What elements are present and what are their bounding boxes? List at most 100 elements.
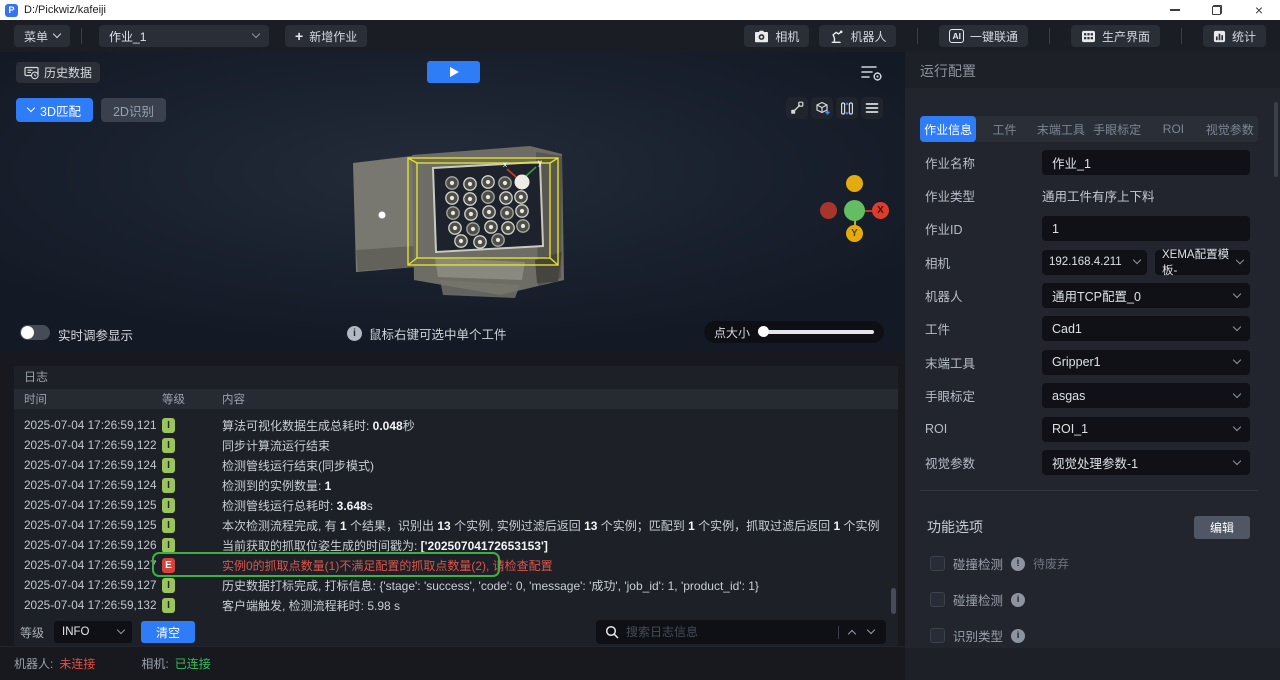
search-icon <box>605 625 619 639</box>
menu-button[interactable]: 菜单 <box>14 25 70 47</box>
add-pointcloud-button[interactable] <box>811 97 833 119</box>
config-tab-0[interactable]: 作业信息 <box>920 116 976 142</box>
chevron-down-icon <box>252 30 260 38</box>
log-time: 2025-07-04 17:26:59,124 <box>14 458 162 472</box>
main-toolbar: 菜单 作业_1 +新增作业 相机 机器人 AI 一键联通 生产界面 统计 <box>0 20 1280 52</box>
checkbox[interactable] <box>930 556 945 571</box>
measure-tool-button[interactable] <box>786 97 808 119</box>
field-input[interactable]: 作业_1 <box>1042 150 1250 175</box>
log-time: 2025-07-04 17:26:59,122 <box>14 438 162 452</box>
log-level-cell: I <box>162 458 222 473</box>
info-icon: i <box>1011 629 1025 643</box>
minimize-button[interactable] <box>1154 0 1196 20</box>
viewport-3d[interactable]: x y 历史数据 3D匹配 2D识别 <box>0 52 905 352</box>
fit-view-button[interactable] <box>836 97 858 119</box>
robot-button[interactable]: 机器人 <box>819 25 896 47</box>
info-icon: i <box>347 326 362 341</box>
options-section-header: 功能选项 编辑 <box>927 515 1250 539</box>
search-next-button[interactable] <box>865 631 877 633</box>
fit-view-icon <box>840 101 854 116</box>
gizmo-center-ball[interactable] <box>844 200 865 221</box>
menu-icon <box>865 102 879 114</box>
log-row[interactable]: 2025-07-04 17:26:59,121I算法可视化数据生成总耗时: 0.… <box>14 415 892 435</box>
close-button[interactable]: × <box>1238 0 1280 20</box>
log-row[interactable]: 2025-07-04 17:26:59,127E实例0的抓取点数量(1)不满足配… <box>14 555 892 575</box>
field-select[interactable]: 视觉处理参数-1 <box>1042 450 1250 475</box>
tab-3d-match[interactable]: 3D匹配 <box>16 98 93 122</box>
tab-3d-match-label: 3D匹配 <box>40 101 81 120</box>
field-select[interactable]: Cad1 <box>1042 316 1250 341</box>
camera-button-label: 相机 <box>775 28 799 45</box>
config-tab-4[interactable]: ROI <box>1145 116 1201 142</box>
log-row[interactable]: 2025-07-04 17:26:59,127I历史数据打标完成, 打标信息: … <box>14 575 892 595</box>
history-icon <box>24 66 39 80</box>
log-content: 客户端触发, 检测流程耗时: 5.98 s <box>222 597 892 614</box>
log-level-badge: I <box>162 538 175 553</box>
field-select[interactable]: 通用TCP配置_0 <box>1042 283 1250 308</box>
new-job-button[interactable]: +新增作业 <box>285 25 367 47</box>
production-grid-icon <box>1081 30 1096 43</box>
config-tab-2[interactable]: 末端工具 <box>1033 116 1089 142</box>
panel-scrollbar-thumb[interactable] <box>1274 102 1278 177</box>
field-select[interactable]: asgas <box>1042 383 1250 408</box>
field-select[interactable]: ROI_1 <box>1042 417 1250 442</box>
point-cloud-render[interactable]: x y <box>340 130 660 310</box>
search-prev-button[interactable] <box>846 628 858 637</box>
gizmo-x-ball[interactable]: X <box>872 202 889 219</box>
config-field-row: 手眼标定asgas <box>925 384 1250 408</box>
level-filter-select[interactable]: INFO <box>54 621 132 643</box>
config-tab-1[interactable]: 工件 <box>976 116 1032 142</box>
gizmo-top-ball[interactable] <box>846 175 863 192</box>
log-row[interactable]: 2025-07-04 17:26:59,125I本次检测流程完成, 有 1 个结… <box>14 515 892 535</box>
display-settings-button[interactable] <box>860 64 886 82</box>
log-row[interactable]: 2025-07-04 17:26:59,125I检测管线运行总耗时: 3.648… <box>14 495 892 515</box>
job-select[interactable]: 作业_1 <box>99 25 269 47</box>
config-fields: 作业名称作业_1作业类型通用工件有序上下料作业ID1相机192.168.4.21… <box>925 150 1250 484</box>
run-button[interactable] <box>427 61 480 83</box>
log-row[interactable]: 2025-07-04 17:26:59,132I客户端触发, 检测流程耗时: 5… <box>14 595 892 615</box>
field-select[interactable]: Gripper1 <box>1042 350 1250 375</box>
orientation-gizmo: X Y <box>815 120 895 245</box>
log-level-badge: I <box>162 578 175 593</box>
log-time: 2025-07-04 17:26:59,125 <box>14 498 162 512</box>
slider-thumb[interactable] <box>758 326 769 337</box>
log-row[interactable]: 2025-07-04 17:26:59,124I检测到的实例数量: 1 <box>14 475 892 495</box>
field-select[interactable]: XEMA配置模板- <box>1155 250 1250 275</box>
clear-log-button[interactable]: 清空 <box>141 621 195 643</box>
camera-button[interactable]: 相机 <box>744 25 809 47</box>
checkbox[interactable] <box>930 628 945 643</box>
log-row[interactable]: 2025-07-04 17:26:59,126I当前获取的抓取位姿生成的时间戳为… <box>14 535 892 555</box>
add-cube-icon <box>815 101 830 116</box>
gizmo-y-ball[interactable]: Y <box>846 225 863 242</box>
field-select[interactable]: 192.168.4.211 <box>1042 250 1147 275</box>
tab-2d-recognition[interactable]: 2D识别 <box>101 98 166 122</box>
log-scrollbar-thumb[interactable] <box>891 588 896 614</box>
statistics-button[interactable]: 统计 <box>1203 25 1266 47</box>
field-input[interactable]: 1 <box>1042 216 1250 241</box>
ai-connect-button[interactable]: AI 一键联通 <box>939 25 1028 47</box>
section-divider <box>920 490 1258 491</box>
restore-button[interactable] <box>1196 0 1238 20</box>
log-level-badge: I <box>162 498 175 513</box>
gizmo-left-ball[interactable] <box>820 202 837 219</box>
chevron-up-icon <box>848 629 856 637</box>
field-static-value: 通用工件有序上下料 <box>1042 186 1155 205</box>
production-ui-label: 生产界面 <box>1102 28 1150 45</box>
edit-options-button[interactable]: 编辑 <box>1194 516 1250 539</box>
config-tab-5[interactable]: 视觉参数 <box>1202 116 1258 142</box>
view-menu-button[interactable] <box>861 97 883 119</box>
point-size-slider[interactable] <box>760 330 874 334</box>
realtime-tuning-toggle[interactable] <box>20 325 50 340</box>
history-data-button[interactable]: 历史数据 <box>16 62 100 83</box>
chevron-down-icon <box>1133 256 1141 264</box>
chevron-down-icon <box>1233 456 1241 464</box>
field-select-value: asgas <box>1052 389 1085 403</box>
log-search-input[interactable] <box>626 625 831 639</box>
log-time: 2025-07-04 17:26:59,132 <box>14 598 162 612</box>
options-checkbox-list: 碰撞检测!待废弃碰撞检测i识别类型i <box>930 556 1069 664</box>
log-row[interactable]: 2025-07-04 17:26:59,124I检测管线运行结束(同步模式) <box>14 455 892 475</box>
production-ui-button[interactable]: 生产界面 <box>1071 25 1160 47</box>
config-tab-3[interactable]: 手眼标定 <box>1089 116 1145 142</box>
checkbox[interactable] <box>930 592 945 607</box>
log-row[interactable]: 2025-07-04 17:26:59,122I同步计算流运行结束 <box>14 435 892 455</box>
